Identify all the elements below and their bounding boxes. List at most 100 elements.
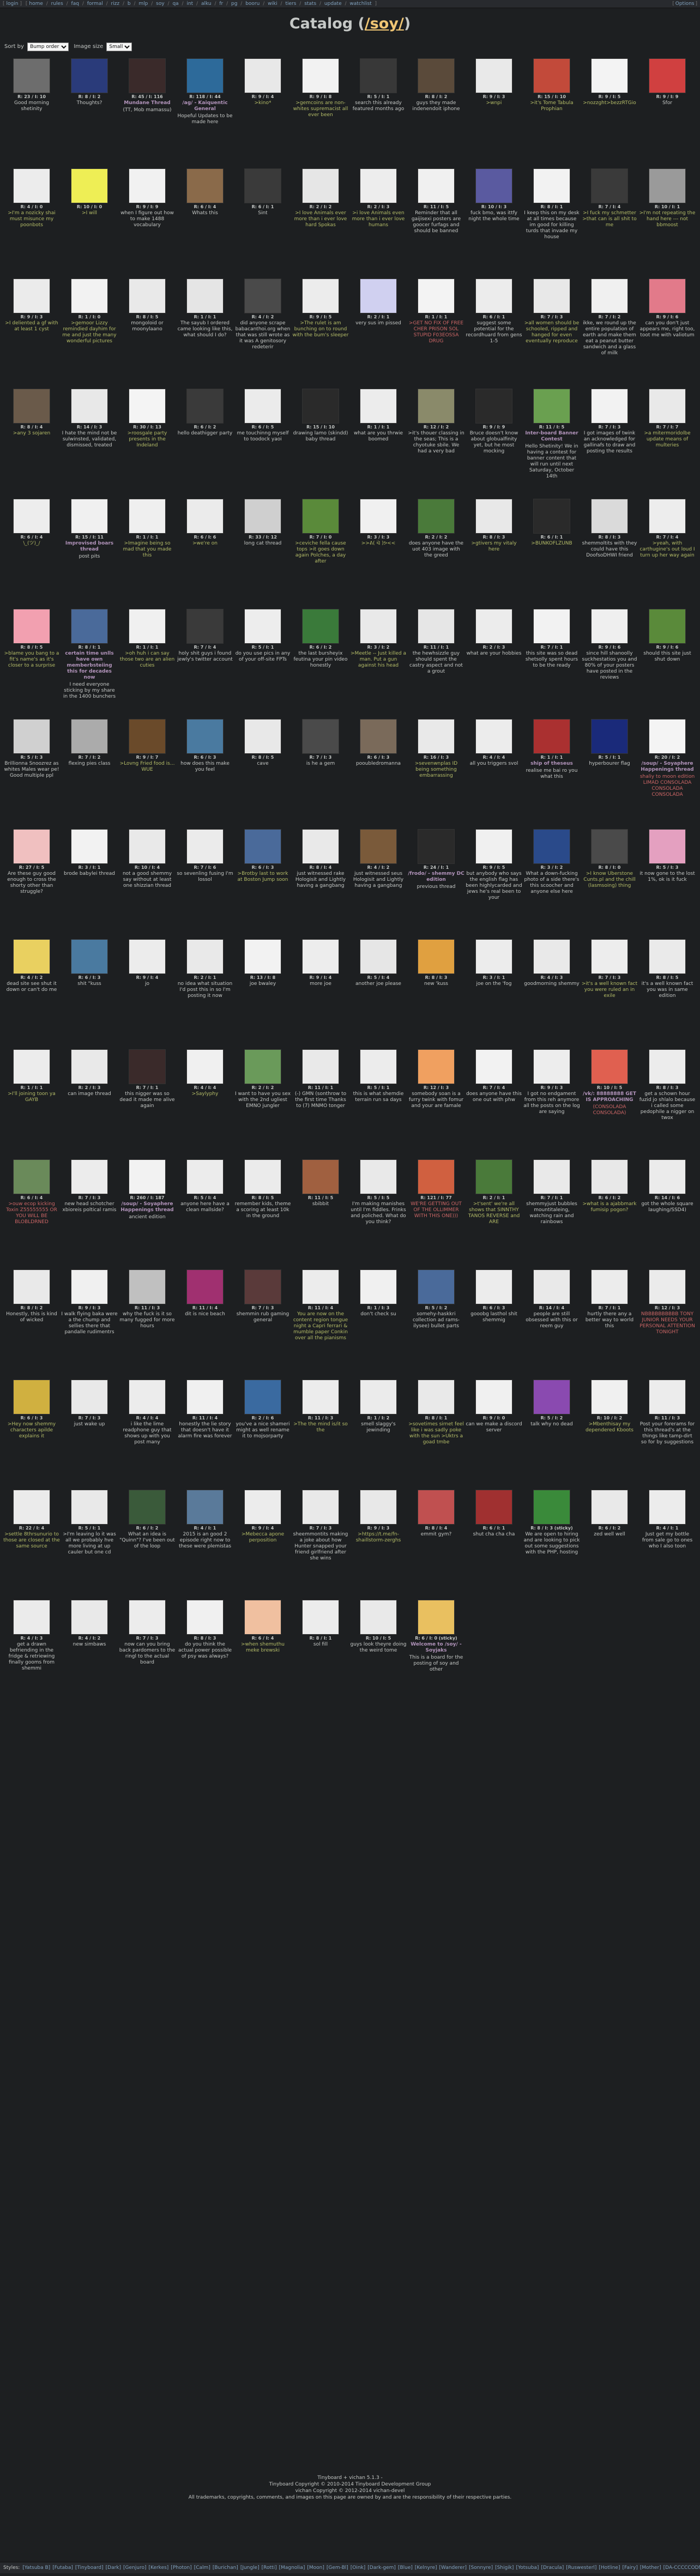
catalog-thread[interactable]: R: 14 / I: 4 people are still obsessed wi… bbox=[523, 1268, 580, 1374]
thread-thumbnail[interactable] bbox=[591, 719, 628, 754]
thread-thumbnail[interactable] bbox=[71, 1269, 108, 1304]
catalog-thread[interactable]: R: 3 / I: 1 joe on the 'fog bbox=[466, 938, 522, 1044]
thread-thumbnail[interactable] bbox=[475, 1269, 512, 1304]
nav-link-stats[interactable]: stats bbox=[304, 1, 316, 7]
thread-thumbnail[interactable] bbox=[360, 609, 397, 644]
catalog-thread[interactable]: R: 5 / I: 1 do you use pics in any of you… bbox=[234, 607, 291, 713]
thread-thumbnail[interactable] bbox=[244, 58, 281, 93]
style-link[interactable]: [Moon] bbox=[307, 2565, 324, 2571]
catalog-thread[interactable]: R: 5 / I: 2 talk why no dead bbox=[523, 1378, 580, 1484]
thread-thumbnail[interactable] bbox=[244, 389, 281, 424]
catalog-thread[interactable]: R: 45 / I: 116 Mundane Thread (TT, Mob mam… bbox=[119, 57, 176, 163]
style-link[interactable]: [DA-CCCCCODN] bbox=[663, 2565, 700, 2571]
catalog-thread[interactable]: R: 8 / I: 4 >any 3 sojaren bbox=[3, 387, 60, 493]
catalog-thread[interactable]: R: 9 / I: 3 >I deliented a gf with at lea… bbox=[3, 277, 60, 383]
nav-link-watchlist[interactable]: watchlist bbox=[349, 1, 371, 7]
catalog-thread[interactable]: R: 6 / I: 3 >Brotby last to work at Bosto… bbox=[234, 827, 291, 934]
thread-thumbnail[interactable] bbox=[475, 389, 512, 424]
catalog-thread[interactable]: R: 1 / I: 2 smell slaggy's jewinding bbox=[350, 1378, 407, 1484]
thread-thumbnail[interactable] bbox=[591, 1049, 628, 1084]
catalog-thread[interactable]: R: 9 / I: 5 but anybody who says the engl… bbox=[466, 827, 522, 934]
thread-thumbnail[interactable] bbox=[418, 1600, 455, 1635]
thread-thumbnail[interactable] bbox=[475, 168, 512, 203]
nav-link-int[interactable]: int bbox=[186, 1, 193, 7]
catalog-thread[interactable]: R: 3 / I: 2 What a down-fucking photo of … bbox=[523, 827, 580, 934]
catalog-thread[interactable]: R: 7 / I: 2 flexing pies class bbox=[61, 717, 118, 824]
thread-thumbnail[interactable] bbox=[360, 389, 397, 424]
catalog-thread[interactable]: R: 22 / I: 4 >settle 8thrsunurio to those… bbox=[3, 1488, 60, 1594]
thread-thumbnail[interactable] bbox=[591, 279, 628, 313]
catalog-thread[interactable]: R: 1 / I: 1 The sayub I ordered came look… bbox=[177, 277, 233, 383]
catalog-thread[interactable]: R: 7 / I: 2 ikke, we round up the entire … bbox=[581, 277, 638, 383]
catalog-thread[interactable]: R: 2 / I: 2 does anyone have the uot 403 … bbox=[408, 497, 464, 603]
thread-thumbnail[interactable] bbox=[13, 1380, 50, 1414]
thread-thumbnail[interactable] bbox=[418, 279, 455, 313]
catalog-thread[interactable]: R: 6 / I: 2 the last bursheyix feutina yo… bbox=[292, 607, 349, 713]
thread-thumbnail[interactable] bbox=[302, 1159, 339, 1194]
thread-thumbnail[interactable] bbox=[71, 829, 108, 864]
thread-thumbnail[interactable] bbox=[244, 1490, 281, 1525]
catalog-thread[interactable]: R: 6 / I: 0 (sticky) Welcome to /soy/ - S… bbox=[408, 1598, 464, 1704]
thread-thumbnail[interactable] bbox=[302, 939, 339, 974]
thread-thumbnail[interactable] bbox=[418, 829, 455, 864]
thread-thumbnail[interactable] bbox=[186, 1600, 224, 1635]
catalog-thread[interactable]: R: 3 / I: 1 brode babylei thread bbox=[61, 827, 118, 934]
catalog-thread[interactable]: R: 9 / I: 5 >nozzght>bezzRTGio bbox=[581, 57, 638, 163]
thread-thumbnail[interactable] bbox=[533, 1490, 570, 1525]
thread-thumbnail[interactable] bbox=[129, 829, 166, 864]
thread-thumbnail[interactable] bbox=[649, 719, 686, 754]
nav-link-qa[interactable]: qa bbox=[172, 1, 178, 7]
catalog-thread[interactable]: R: 6 / I: 6 >we're on bbox=[177, 497, 233, 603]
thread-thumbnail[interactable] bbox=[649, 168, 686, 203]
thread-thumbnail[interactable] bbox=[418, 389, 455, 424]
thread-thumbnail[interactable] bbox=[475, 279, 512, 313]
thread-thumbnail[interactable] bbox=[244, 609, 281, 644]
thread-thumbnail[interactable] bbox=[360, 279, 397, 313]
catalog-thread[interactable]: R: 5 / I: 5 I'm making manishes until I'm… bbox=[350, 1158, 407, 1264]
thread-thumbnail[interactable] bbox=[13, 609, 50, 644]
catalog-thread[interactable]: R: 11 / I: 3 Post your forerams for this … bbox=[639, 1378, 696, 1484]
catalog-thread[interactable]: R: 11 / I: 5 Inter-board Banner Contest He… bbox=[523, 387, 580, 493]
nav-link-rules[interactable]: rules bbox=[51, 1, 63, 7]
catalog-thread[interactable]: R: 8 / I: 5 it's a well known fact you wa… bbox=[639, 938, 696, 1044]
catalog-thread[interactable]: R: 2 / I: 1 very sus im pissed bbox=[350, 277, 407, 383]
thread-thumbnail[interactable] bbox=[533, 279, 570, 313]
catalog-thread[interactable]: R: 1 / I: 1 >Imagine being so mad that yo… bbox=[119, 497, 176, 603]
catalog-thread[interactable]: R: 8 / I: 3 shemmoltits with they could h… bbox=[581, 497, 638, 603]
catalog-thread[interactable]: R: 2 / I: 3 what are your hobbies bbox=[466, 607, 522, 713]
catalog-thread[interactable]: R: 7 / I: 4 does anyone have this one out… bbox=[466, 1048, 522, 1154]
thread-thumbnail[interactable] bbox=[71, 1490, 108, 1525]
thread-thumbnail[interactable] bbox=[591, 829, 628, 864]
catalog-thread[interactable]: R: 4 / I: 1 2015 is an good 2 episode rig… bbox=[177, 1488, 233, 1594]
thread-thumbnail[interactable] bbox=[71, 58, 108, 93]
nav-link-soy[interactable]: soy bbox=[156, 1, 165, 7]
catalog-thread[interactable]: R: 11 / I: 4 dit is nice beach bbox=[177, 1268, 233, 1374]
thread-thumbnail[interactable] bbox=[71, 168, 108, 203]
style-link[interactable]: [Wanderer] bbox=[439, 2565, 467, 2571]
catalog-thread[interactable]: R: 3 / I: 2 >Meetle -- Just killed a man.… bbox=[350, 607, 407, 713]
catalog-thread[interactable]: R: 9 / I: 4 >Mebecca apone perposition bbox=[234, 1488, 291, 1594]
thread-thumbnail[interactable] bbox=[129, 1269, 166, 1304]
thread-thumbnail[interactable] bbox=[244, 1159, 281, 1194]
thread-thumbnail[interactable] bbox=[129, 1380, 166, 1414]
catalog-thread[interactable]: R: 9 / I: 3 >https://t.me/fn-shaillstorm-… bbox=[350, 1488, 407, 1594]
catalog-thread[interactable]: R: 1 / I: 1 >oh huh i can say those two a… bbox=[119, 607, 176, 713]
catalog-thread[interactable]: R: 13 / I: 8 joe bwaley bbox=[234, 938, 291, 1044]
thread-thumbnail[interactable] bbox=[186, 58, 224, 93]
nav-link-faq[interactable]: faq bbox=[71, 1, 79, 7]
thread-thumbnail[interactable] bbox=[244, 499, 281, 534]
thread-thumbnail[interactable] bbox=[186, 499, 224, 534]
style-link[interactable]: [Yotsuba] bbox=[516, 2565, 539, 2571]
catalog-thread[interactable]: R: 4 / I: 2 did anyone scrape babacanthoi… bbox=[234, 277, 291, 383]
style-link[interactable]: [Rotti] bbox=[262, 2565, 277, 2571]
catalog-thread[interactable]: R: 4 / I: 3 get a drawn befriending in th… bbox=[3, 1598, 60, 1704]
nav-link-booru[interactable]: booru bbox=[245, 1, 260, 7]
catalog-thread[interactable]: R: 1 / I: 1 >GET NO FIX OF FREE CHER PRIS… bbox=[408, 277, 464, 383]
style-link[interactable]: [Sonnyre] bbox=[469, 2565, 493, 2571]
catalog-thread[interactable]: R: 260 / I: 187/soup/ - Soyaphere Happen… bbox=[119, 1158, 176, 1264]
thread-thumbnail[interactable] bbox=[649, 1380, 686, 1414]
catalog-thread[interactable]: R: 9 / I: 4 jo bbox=[119, 938, 176, 1044]
catalog-thread[interactable]: R: 7 / I: 7 >a mitermoridolbe update mean… bbox=[639, 387, 696, 493]
thread-thumbnail[interactable] bbox=[71, 1600, 108, 1635]
catalog-thread[interactable]: R: 7 / I: 3 >it's a well known fact you w… bbox=[581, 938, 638, 1044]
